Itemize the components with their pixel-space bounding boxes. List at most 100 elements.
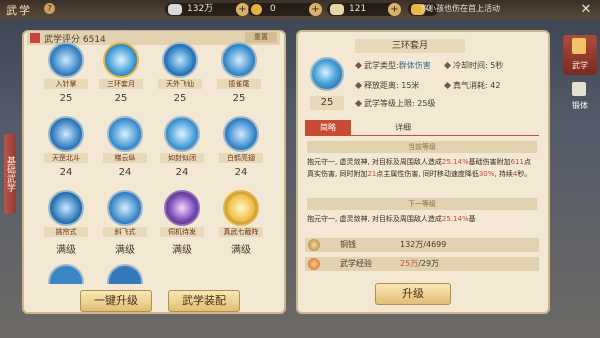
resource-silver-ingot: 132万 + (165, 3, 249, 16)
skill-level: 24 (175, 167, 189, 178)
skill-level: 满级 (115, 245, 135, 256)
close-icon[interactable]: ✕ (575, 0, 597, 19)
desc-value: 30% (478, 170, 495, 178)
skill-card[interactable]: 揽雀尾 25 (217, 42, 261, 104)
skill-icon (223, 116, 259, 152)
help-icon[interactable]: ? (44, 3, 55, 14)
attr-value: 42 (490, 81, 501, 90)
skill-icon (48, 42, 84, 78)
attr-range: 释放距离: 15米 (354, 80, 420, 91)
attr-label: 真气消耗: (453, 81, 488, 90)
skill-icon (103, 42, 139, 78)
desc-text: 秒。 (517, 170, 532, 178)
attr-value: 群体伤害 (398, 61, 431, 70)
skill-card[interactable]: 白鹤亮翅 24 (219, 116, 263, 178)
attr-label: 武学类型: (364, 61, 399, 70)
attr-value: 15米 (401, 81, 420, 90)
skill-name: 三环套月 (99, 79, 143, 89)
skill-icon (221, 42, 257, 78)
skill-card[interactable]: 天外飞仙 25 (158, 42, 202, 104)
attr-cooldown: 冷却时间: 5秒 (443, 60, 503, 71)
event-banner-text[interactable]: 多小孩也伤在首上活动 (420, 3, 500, 14)
skill-card[interactable]: 天罡北斗 24 (44, 116, 88, 178)
current-level-desc: 抱元守一, 虚灵敛神, 对目标及周围敌人造成25.14%基础伤害附加611点真实… (307, 156, 537, 180)
skill-icon (107, 190, 143, 226)
skill-card[interactable]: 真武七截阵 满级 (219, 190, 263, 256)
tab-detail[interactable]: 详细 (380, 120, 426, 135)
selected-skill-level: 25 (310, 96, 344, 110)
desc-text: 基 (468, 215, 476, 223)
skill-level: 25 (173, 93, 187, 104)
skill-name: 挑帘式 (44, 227, 88, 237)
desc-value: 25.14% (441, 158, 469, 166)
skill-name: 天外飞仙 (158, 79, 202, 89)
bullet-icon (443, 61, 452, 70)
cost-label: 铜钱 (340, 240, 356, 249)
tab-basic-martial[interactable]: 基础武学 (4, 134, 16, 214)
skill-card[interactable]: 梯云纵 24 (103, 116, 147, 178)
skill-icon (162, 42, 198, 78)
resource-value: 132万 (187, 4, 214, 14)
desc-text: 基础伤害附加 (468, 158, 511, 166)
skill-name: 白鹤亮翅 (219, 153, 263, 163)
skill-title: 三环套月 (355, 39, 465, 53)
desc-text: , 持续 (494, 170, 513, 178)
resource-value: 121 (349, 4, 367, 14)
skill-level: 满级 (231, 245, 251, 256)
skill-card[interactable]: 挑帘式 满级 (44, 190, 88, 256)
skill-level: 24 (118, 167, 132, 178)
bullet-icon (354, 99, 363, 108)
skill-icon (107, 116, 143, 152)
upgrade-button[interactable]: 升级 (375, 283, 451, 305)
next-level-header: 下一等级 (307, 198, 537, 210)
tab-body-label[interactable]: 锻体 (566, 100, 594, 111)
skill-icon (164, 190, 200, 226)
body-training-icon[interactable] (572, 82, 586, 96)
skill-level: 25 (232, 93, 246, 104)
page-title: 武学 (6, 4, 32, 17)
skill-name: 入针掌 (44, 79, 88, 89)
skill-icon (48, 116, 84, 152)
gold-coin-icon (251, 4, 262, 15)
skill-card[interactable]: 伺机待发 满级 (160, 190, 204, 256)
cost-coin-row: 铜钱 132万/4699 (305, 238, 539, 252)
skill-name: 斜飞式 (103, 227, 147, 237)
skill-card[interactable]: 如封似闭 24 (160, 116, 204, 178)
attr-label: 武学等级上限: (364, 99, 415, 108)
skill-card-selected[interactable]: 三环套月 25 (99, 42, 143, 104)
equip-skills-button[interactable]: 武学装配 (168, 290, 240, 312)
cost-have: 132万 (400, 240, 424, 249)
cost-need: /4699 (423, 240, 447, 249)
bullet-icon (354, 61, 363, 70)
upgrade-all-button[interactable]: 一键升级 (80, 290, 152, 312)
score-icon (30, 33, 40, 43)
resource-value: 0 (270, 4, 276, 14)
desc-text: 抱元守一, 虚灵敛神, 对目标及周围敌人造成 (307, 215, 442, 223)
silver-ingot-icon (168, 4, 182, 15)
add-gold-button[interactable]: + (309, 3, 322, 16)
attr-label: 冷却时间: (453, 61, 488, 70)
attr-value: 25级 (417, 99, 436, 108)
desc-value: 25.14% (441, 215, 469, 223)
cost-value: 132万/4699 (400, 239, 446, 250)
skill-name: 揽雀尾 (217, 79, 261, 89)
skill-level: 满级 (172, 245, 192, 256)
attr-type: 武学类型:群体伤害 (354, 60, 431, 71)
cost-need: /29万 (418, 259, 440, 268)
skill-name: 梯云纵 (103, 153, 147, 163)
cost-exp-row: 武学经验 25万/29万 (305, 257, 539, 271)
desc-value: 611 (510, 158, 524, 166)
next-level-desc: 抱元守一, 虚灵敛神, 对目标及周围敌人造成25.14%基 (307, 213, 537, 235)
resource-gold-coin: 0 + (248, 3, 322, 16)
skill-card[interactable]: 入针掌 25 (44, 42, 88, 104)
attr-qi: 真气消耗: 42 (443, 80, 501, 91)
add-scroll-button[interactable]: + (388, 3, 401, 16)
exp-icon (308, 258, 320, 270)
skill-name: 天罡北斗 (44, 153, 88, 163)
bullet-icon (443, 81, 452, 90)
current-level-header: 当前等级 (307, 141, 537, 153)
tab-brief[interactable]: 简略 (305, 120, 351, 135)
cost-value: 25万/29万 (400, 258, 439, 269)
skill-card[interactable]: 斜飞式 满级 (103, 190, 147, 256)
scroll-icon (330, 4, 344, 15)
